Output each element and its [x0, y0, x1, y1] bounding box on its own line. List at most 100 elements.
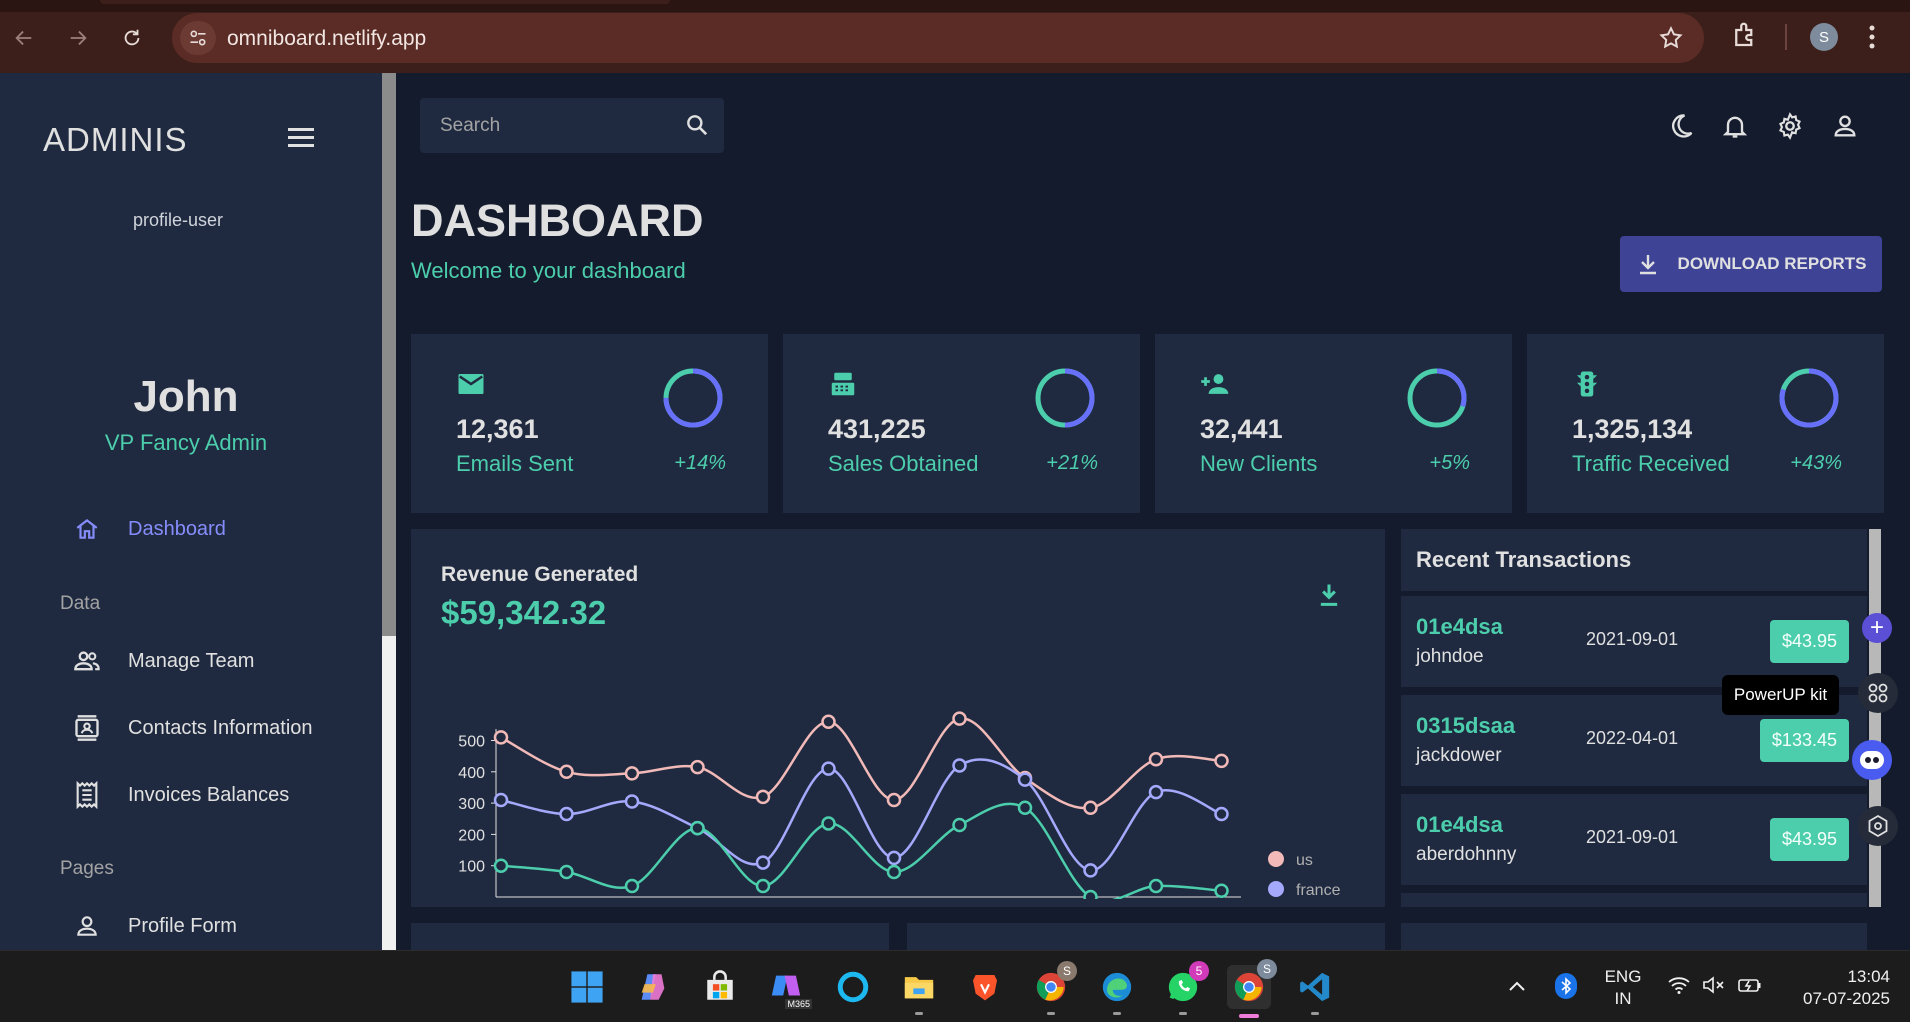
- cortana-icon[interactable]: [833, 967, 873, 1007]
- data-point-us[interactable]: [886, 792, 902, 808]
- sidebar-scrollbar[interactable]: [382, 73, 396, 950]
- transaction-row[interactable]: 01e4dsa aberdohnny 2021-09-01 $43.95: [1401, 794, 1867, 885]
- stat-card-traffic: 1,325,134 Traffic Received +43%: [1527, 334, 1884, 513]
- sidebar-item-invoices[interactable]: Invoices Balances: [70, 775, 289, 815]
- sidebar-item-dashboard[interactable]: Dashboard: [70, 509, 226, 549]
- data-point-japan[interactable]: [1148, 878, 1164, 894]
- edge-icon[interactable]: [1097, 967, 1137, 1015]
- brave-icon[interactable]: [965, 967, 1005, 1007]
- stat-value: 1,325,134: [1572, 414, 1693, 444]
- show-hidden-icons-icon[interactable]: [1508, 979, 1526, 998]
- sidebar-item-contacts[interactable]: Contacts Information: [70, 708, 313, 748]
- clock[interactable]: 13:04 07-07-2025: [1780, 966, 1890, 1010]
- assistant-bot-button[interactable]: [1852, 740, 1892, 780]
- grid-widget-button[interactable]: [1858, 673, 1898, 713]
- data-point-japan[interactable]: [1017, 800, 1033, 816]
- data-point-us[interactable]: [821, 714, 836, 729]
- transaction-row[interactable]: 01e4dsa johndoe 2021-09-01 $43.95: [1401, 596, 1867, 687]
- data-point-japan[interactable]: [624, 878, 640, 894]
- sidebar-item-label: Contacts Information: [128, 716, 313, 739]
- data-point-france[interactable]: [755, 855, 771, 870]
- forward-icon[interactable]: [62, 22, 94, 54]
- wifi-icon[interactable]: [1667, 975, 1691, 1000]
- stat-increase: +21%: [1046, 452, 1098, 474]
- data-point-france[interactable]: [624, 794, 640, 809]
- transactions-scrollbar[interactable]: [1869, 529, 1881, 907]
- data-point-france[interactable]: [1083, 863, 1098, 878]
- legend-swatch-us: [1268, 851, 1284, 867]
- address-bar[interactable]: omniboard.netlify.app: [172, 13, 1704, 63]
- transaction-row[interactable]: [1401, 893, 1867, 907]
- chrome-icon[interactable]: S: [1031, 961, 1077, 1015]
- dark-mode-icon[interactable]: [1666, 111, 1696, 141]
- transaction-user: johndoe: [1416, 646, 1484, 667]
- data-point-us[interactable]: [624, 766, 640, 781]
- copilot-icon[interactable]: [633, 967, 673, 1007]
- data-point-japan[interactable]: [1083, 889, 1098, 899]
- data-point-france[interactable]: [1017, 772, 1033, 787]
- m365-icon[interactable]: M365: [766, 967, 812, 1009]
- add-widget-button[interactable]: +: [1862, 613, 1892, 643]
- data-point-france[interactable]: [1214, 806, 1229, 822]
- data-point-japan[interactable]: [952, 817, 967, 833]
- data-point-us[interactable]: [952, 711, 967, 726]
- data-point-japan[interactable]: [493, 858, 509, 873]
- bluetooth-icon[interactable]: [1555, 973, 1577, 999]
- data-point-us[interactable]: [559, 764, 574, 780]
- back-icon[interactable]: [8, 22, 40, 54]
- data-point-japan[interactable]: [821, 816, 836, 831]
- transaction-date: 2021-09-01: [1586, 827, 1679, 847]
- volume-muted-icon[interactable]: [1702, 975, 1726, 1000]
- microsoft-store-icon[interactable]: [700, 967, 740, 1007]
- browser-profile-avatar[interactable]: S: [1810, 23, 1838, 51]
- data-point-france[interactable]: [821, 761, 836, 776]
- data-point-japan[interactable]: [559, 864, 574, 880]
- reload-icon[interactable]: [116, 22, 148, 54]
- bookmark-star-icon[interactable]: [1658, 25, 1684, 56]
- search-icon[interactable]: [684, 112, 710, 143]
- transactions-scrollbar-thumb[interactable]: [1869, 529, 1881, 907]
- series-line-us: [500, 717, 1222, 810]
- settings-icon[interactable]: [1775, 111, 1805, 141]
- data-point-us[interactable]: [1083, 800, 1098, 816]
- data-point-us[interactable]: [1214, 753, 1229, 769]
- sidebar-item-profile-form[interactable]: Profile Form: [70, 906, 237, 946]
- data-point-france[interactable]: [559, 806, 574, 822]
- data-point-us[interactable]: [690, 759, 705, 775]
- windows-start-icon[interactable]: [567, 967, 607, 1007]
- sidebar-item-manage-team[interactable]: Manage Team: [70, 641, 254, 681]
- active-tab[interactable]: [100, 0, 670, 4]
- site-info-icon[interactable]: [180, 21, 216, 55]
- data-point-japan[interactable]: [690, 820, 705, 836]
- main-content: DASHBOARD Welcome to your dashboard DOWN…: [396, 73, 1910, 950]
- data-point-japan[interactable]: [886, 864, 902, 880]
- data-point-japan[interactable]: [755, 878, 771, 894]
- data-point-france[interactable]: [952, 758, 967, 773]
- whatsapp-icon[interactable]: 5: [1163, 961, 1209, 1015]
- hexagon-widget-button[interactable]: [1858, 806, 1898, 846]
- download-icon: [1636, 252, 1660, 276]
- data-point-france[interactable]: [493, 792, 509, 808]
- language-indicator[interactable]: ENG IN: [1598, 966, 1648, 1010]
- person-icon[interactable]: [1830, 111, 1860, 141]
- browser-menu-icon[interactable]: [1868, 24, 1876, 55]
- data-point-us[interactable]: [755, 789, 771, 805]
- chrome-active-icon[interactable]: S: [1227, 959, 1277, 1018]
- vscode-icon[interactable]: [1295, 967, 1335, 1015]
- notifications-icon[interactable]: [1720, 111, 1750, 141]
- extensions-icon[interactable]: [1730, 20, 1760, 55]
- data-point-france[interactable]: [886, 850, 902, 866]
- data-point-us[interactable]: [493, 730, 509, 745]
- sidebar-scrollbar-thumb[interactable]: [382, 73, 396, 636]
- data-point-us[interactable]: [1148, 752, 1164, 767]
- menu-toggle-icon[interactable]: [288, 128, 314, 148]
- battery-charging-icon[interactable]: [1737, 975, 1763, 1000]
- transaction-id: 01e4dsa: [1416, 614, 1503, 639]
- file-explorer-icon[interactable]: [899, 967, 939, 1015]
- download-icon[interactable]: [1315, 581, 1343, 614]
- url-text[interactable]: omniboard.netlify.app: [227, 27, 426, 51]
- search-input[interactable]: [440, 112, 670, 140]
- data-point-france[interactable]: [1148, 784, 1164, 800]
- download-reports-button[interactable]: DOWNLOAD REPORTS: [1620, 236, 1882, 292]
- data-point-japan[interactable]: [1214, 883, 1229, 898]
